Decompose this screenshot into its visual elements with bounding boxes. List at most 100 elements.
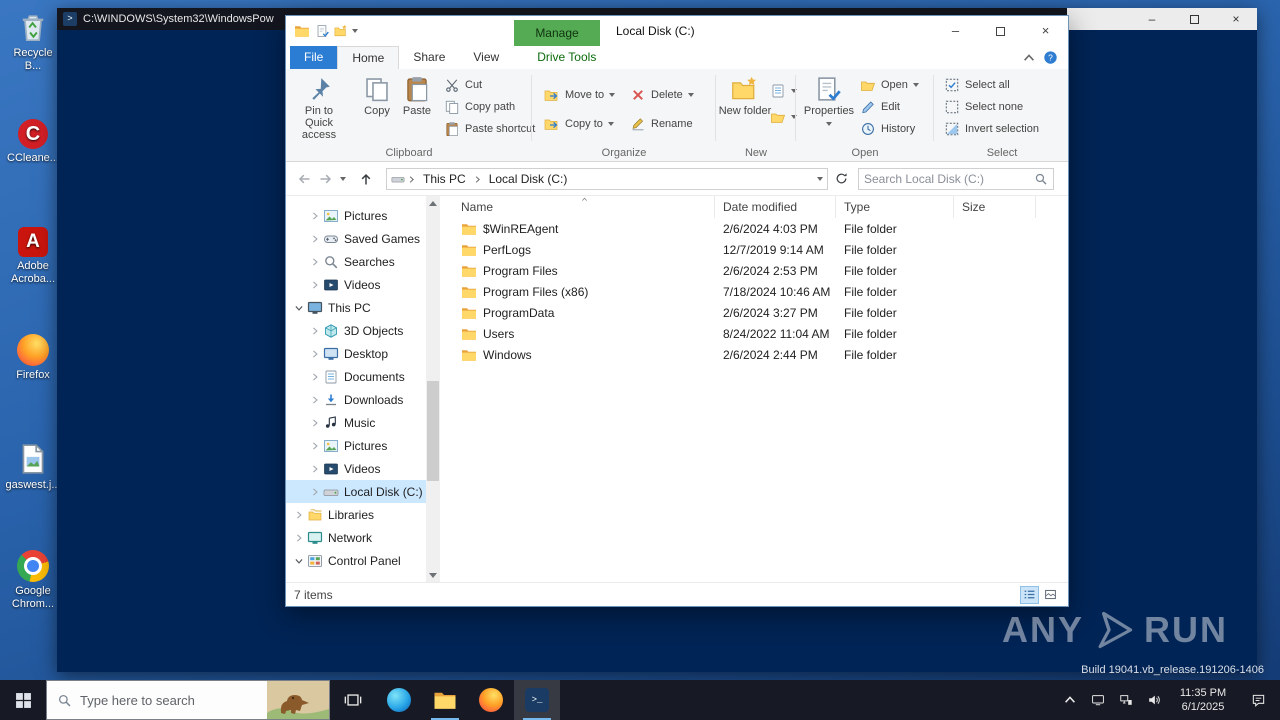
tab-share[interactable]: Share xyxy=(399,46,459,69)
nav-tree-item[interactable]: Music xyxy=(286,411,426,434)
column-header-size[interactable]: Size xyxy=(954,196,1036,218)
breadcrumb-this-pc[interactable]: This PC xyxy=(418,172,471,186)
scrollbar-thumb[interactable] xyxy=(427,381,439,481)
desktop-icon-adobe-acrobat[interactable]: A Adobe Acroba... xyxy=(4,226,62,285)
refresh-icon[interactable] xyxy=(834,171,849,186)
taskbar-clock[interactable]: 11:35 PM 6/1/2025 xyxy=(1170,686,1236,715)
taskbar-edge-button[interactable] xyxy=(376,680,422,720)
new-item-button[interactable] xyxy=(770,81,797,101)
desktop-icon-firefox[interactable]: Firefox xyxy=(4,334,62,382)
file-row[interactable]: Program Files 2/6/2024 2:53 PM File fold… xyxy=(440,260,1068,281)
pin-to-quick-access-button[interactable]: Pin to Quick access xyxy=(292,71,346,141)
file-row[interactable]: Users 8/24/2022 11:04 AM File folder xyxy=(440,323,1068,344)
nav-tree-item[interactable]: Saved Games xyxy=(286,227,426,250)
nav-tree-item[interactable]: Libraries xyxy=(286,503,426,526)
file-row[interactable]: Windows 2/6/2024 2:44 PM File folder xyxy=(440,344,1068,365)
manage-contextual-chip[interactable]: Manage xyxy=(514,20,600,46)
desktop-icon-recycle-bin[interactable]: Recycle B... xyxy=(4,10,62,72)
search-icon[interactable] xyxy=(1034,172,1048,186)
display-tray-icon[interactable] xyxy=(1086,686,1110,714)
chevron-icon[interactable] xyxy=(310,280,320,290)
invert-selection-button[interactable]: Invert selection xyxy=(944,119,1039,139)
rename-button[interactable]: Rename xyxy=(630,114,693,134)
close-button[interactable]: × xyxy=(1215,8,1257,30)
large-icons-view-button[interactable] xyxy=(1041,586,1060,604)
chevron-icon[interactable] xyxy=(294,303,304,313)
help-icon[interactable] xyxy=(1043,50,1058,65)
nav-tree-item[interactable]: This PC xyxy=(286,296,426,319)
nav-tree-item[interactable]: Pictures xyxy=(286,204,426,227)
scroll-down-button[interactable] xyxy=(426,568,440,582)
delete-button[interactable]: Delete xyxy=(630,85,694,105)
open-button[interactable]: Open xyxy=(860,75,919,95)
chevron-icon[interactable] xyxy=(294,556,304,566)
explorer-titlebar[interactable]: Manage Local Disk (C:) – × xyxy=(286,16,1068,46)
easy-access-button[interactable] xyxy=(770,107,797,127)
address-dropdown-caret[interactable] xyxy=(817,177,823,181)
desktop-icon-ccleaner[interactable]: C CCleane... xyxy=(4,118,62,165)
cut-button[interactable]: Cut xyxy=(444,75,482,95)
desktop-icon-gaswest-file[interactable]: gaswest.j... xyxy=(4,442,62,492)
column-header-name[interactable]: Name xyxy=(440,196,715,218)
paste-shortcut-button[interactable]: Paste shortcut xyxy=(444,119,535,139)
chevron-icon[interactable] xyxy=(310,418,320,428)
nav-tree-item[interactable]: Documents xyxy=(286,365,426,388)
nav-tree-item[interactable]: Desktop xyxy=(286,342,426,365)
action-center-button[interactable] xyxy=(1240,693,1276,708)
column-header-type[interactable]: Type xyxy=(836,196,954,218)
details-view-button[interactable] xyxy=(1020,585,1039,604)
taskbar-firefox-button[interactable] xyxy=(468,680,514,720)
search-highlight-dinosaur-image[interactable] xyxy=(267,681,329,719)
column-header-date-modified[interactable]: Date modified xyxy=(715,196,836,218)
minimize-button[interactable]: – xyxy=(933,16,978,46)
tab-view[interactable]: View xyxy=(459,46,513,69)
search-input[interactable] xyxy=(864,172,1034,186)
properties-button[interactable]: Properties xyxy=(802,71,856,129)
taskbar-file-explorer-button[interactable] xyxy=(422,680,468,720)
move-to-button[interactable]: Move to xyxy=(544,85,616,105)
nav-tree-item[interactable]: Local Disk (C:) xyxy=(286,480,426,503)
recent-locations-caret[interactable] xyxy=(340,177,346,181)
network-tray-icon[interactable] xyxy=(1114,686,1138,714)
chevron-icon[interactable] xyxy=(310,234,320,244)
taskbar-search-input[interactable] xyxy=(80,692,259,708)
nav-tree-item[interactable]: Searches xyxy=(286,250,426,273)
chevron-icon[interactable] xyxy=(310,349,320,359)
chevron-icon[interactable] xyxy=(294,510,304,520)
file-row[interactable]: Program Files (x86) 7/18/2024 10:46 AM F… xyxy=(440,281,1068,302)
nav-scrollbar[interactable] xyxy=(426,196,440,582)
maximize-button[interactable] xyxy=(1173,8,1215,30)
explorer-search[interactable] xyxy=(858,168,1054,190)
tab-home[interactable]: Home xyxy=(337,46,400,69)
nav-tree-item[interactable]: Videos xyxy=(286,457,426,480)
chevron-icon[interactable] xyxy=(310,372,320,382)
chevron-icon[interactable] xyxy=(310,464,320,474)
tab-drive-tools[interactable]: Drive Tools xyxy=(523,46,610,69)
chevron-icon[interactable] xyxy=(310,257,320,267)
breadcrumb[interactable]: This PC Local Disk (C:) xyxy=(386,168,828,190)
minimize-button[interactable]: – xyxy=(1131,8,1173,30)
nav-tree-item[interactable]: 3D Objects xyxy=(286,319,426,342)
chevron-icon[interactable] xyxy=(310,487,320,497)
paste-button[interactable]: Paste xyxy=(390,71,444,117)
nav-tree-item[interactable]: Pictures xyxy=(286,434,426,457)
chevron-icon[interactable] xyxy=(310,395,320,405)
task-view-button[interactable] xyxy=(330,680,376,720)
edit-button[interactable]: Edit xyxy=(860,97,900,117)
up-icon[interactable] xyxy=(358,171,374,187)
chevron-icon[interactable] xyxy=(310,211,320,221)
tab-file[interactable]: File xyxy=(290,46,338,69)
copy-path-button[interactable]: Copy path xyxy=(444,97,515,117)
hidden-icons-button[interactable] xyxy=(1058,686,1082,714)
taskbar-powershell-button[interactable]: >_ xyxy=(514,680,560,720)
scroll-up-button[interactable] xyxy=(426,196,440,210)
nav-tree-item[interactable]: Control Panel xyxy=(286,549,426,572)
new-folder-button[interactable]: New folder xyxy=(718,71,772,117)
back-icon[interactable] xyxy=(296,171,312,187)
close-button[interactable]: × xyxy=(1023,16,1068,46)
taskbar-search[interactable] xyxy=(46,680,330,720)
select-all-button[interactable]: Select all xyxy=(944,75,1010,95)
chevron-icon[interactable] xyxy=(310,326,320,336)
nav-tree-item[interactable]: Network xyxy=(286,526,426,549)
volume-tray-icon[interactable] xyxy=(1142,686,1166,714)
